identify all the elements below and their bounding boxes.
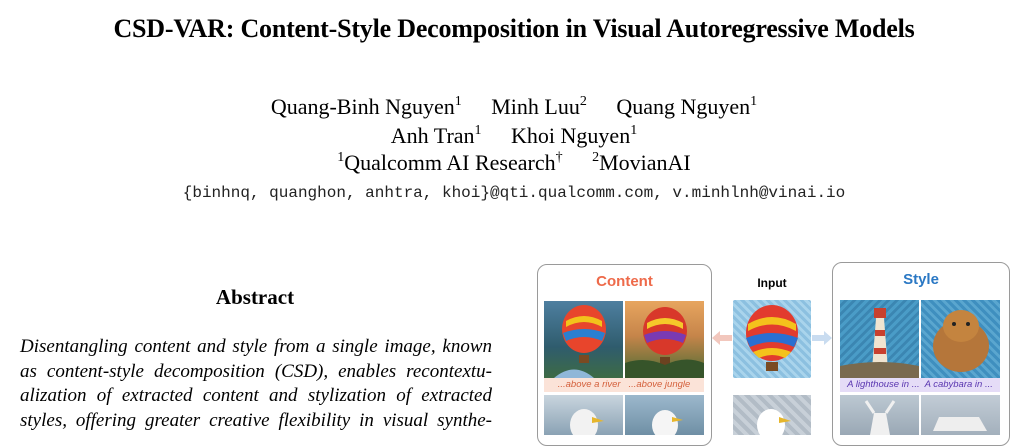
author-name: Quang-Binh Nguyen1 bbox=[270, 93, 462, 119]
style-image-deer bbox=[840, 395, 919, 435]
content-image-jungle bbox=[625, 301, 704, 378]
abstract-line: alization of extracted content and styli… bbox=[20, 385, 492, 406]
lighthouse-icon bbox=[840, 308, 919, 378]
input-label: Input bbox=[757, 276, 787, 290]
style-caption: A cabybara in ... bbox=[924, 379, 993, 390]
affiliation: 2MovianAI bbox=[592, 149, 691, 175]
style-label: Style bbox=[903, 271, 939, 288]
style-image-lighthouse bbox=[840, 300, 919, 378]
capybara-icon bbox=[933, 310, 989, 372]
content-caption: ...above jungle bbox=[628, 379, 691, 390]
author-name: Minh Luu2 bbox=[491, 93, 587, 119]
arrow-left-icon bbox=[712, 331, 732, 345]
style-image-capybara bbox=[921, 300, 1000, 378]
style-caption: A lighthouse in ... bbox=[847, 379, 920, 390]
car-icon bbox=[933, 417, 987, 431]
abstract-heading: Abstract bbox=[215, 285, 295, 309]
style-captions: A lighthouse in ... A cabybara in ... bbox=[840, 378, 1000, 392]
deer-icon bbox=[864, 400, 896, 435]
seagull-icon bbox=[652, 410, 683, 435]
paper-title: CSD-VAR: Content-Style Decomposition in … bbox=[113, 14, 915, 43]
abstract-line: styles, offering greater creative flexib… bbox=[20, 409, 492, 431]
seagull-icon bbox=[570, 409, 604, 435]
abstract-text: Disentangling content and style from a s… bbox=[20, 335, 492, 433]
content-label: Content bbox=[596, 273, 653, 290]
hot-air-balloon-icon bbox=[625, 307, 704, 378]
author-name: Anh Tran1 bbox=[390, 122, 482, 148]
content-image-seagull-2 bbox=[625, 395, 704, 435]
content-captions: ...above a river ...above jungle bbox=[544, 378, 704, 392]
author-emails: {binhnq, quanghon, anhtra, khoi}@qti.qua… bbox=[182, 184, 846, 202]
abstract-line: as content-style decomposition (CSD), en… bbox=[20, 360, 492, 382]
content-image-seagull-1 bbox=[544, 395, 623, 435]
author-line-1: Quang-Binh Nguyen1 Minh Luu2 Quang Nguye… bbox=[0, 94, 1028, 120]
abstract-line: Disentangling content and style from a s… bbox=[20, 336, 492, 357]
hot-air-balloon-icon bbox=[746, 305, 798, 371]
input-image-mosaic-balloon bbox=[733, 300, 811, 378]
content-caption: ...above a river bbox=[557, 379, 621, 390]
arrow-right-icon bbox=[812, 331, 832, 345]
seagull-icon bbox=[757, 409, 791, 435]
affiliation: 1Qualcomm AI Research† bbox=[337, 149, 563, 175]
author-name: Khoi Nguyen1 bbox=[511, 122, 638, 148]
hot-air-balloon-icon bbox=[554, 305, 606, 378]
affiliations: 1Qualcomm AI Research† 2MovianAI bbox=[0, 150, 1028, 176]
author-line-2: Anh Tran1 Khoi Nguyen1 bbox=[0, 123, 1028, 149]
content-image-river bbox=[544, 301, 623, 378]
input-image-mosaic-seagull bbox=[733, 395, 811, 435]
author-name: Quang Nguyen1 bbox=[616, 93, 758, 119]
style-image-object bbox=[921, 395, 1000, 435]
